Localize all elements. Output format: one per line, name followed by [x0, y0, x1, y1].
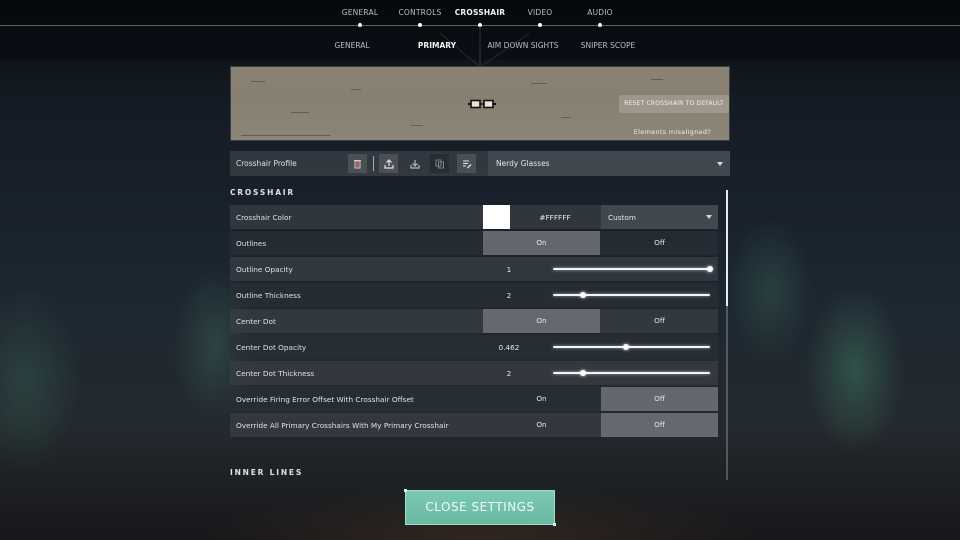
override-all-primary-on-toggle[interactable]: On	[483, 413, 600, 437]
subtab-aim-down-sights[interactable]: AIM DOWN SIGHTS	[487, 41, 558, 50]
setting-row-center-dot-thickness: Center Dot Thickness 2	[230, 360, 718, 386]
outline-thickness-slider[interactable]	[553, 294, 710, 296]
outline-opacity-slider-thumb[interactable]	[707, 266, 713, 272]
delete-profile-button[interactable]	[348, 154, 367, 173]
color-swatch[interactable]	[483, 205, 510, 229]
center-dot-opacity-slider-thumb[interactable]	[622, 344, 629, 350]
profile-dropdown[interactable]: Nerdy Glasses	[488, 151, 730, 176]
section-title-inner-lines: INNER LINES	[230, 468, 304, 477]
outlines-off-toggle[interactable]: Off	[601, 231, 718, 255]
setting-label: Center Dot Opacity	[236, 343, 307, 352]
crosshair-profile-label: Crosshair Profile	[236, 159, 297, 168]
setting-label: Outline Opacity	[236, 265, 293, 274]
edit-list-icon	[462, 160, 471, 168]
color-hex-value[interactable]: #FFFFFF	[510, 213, 600, 222]
export-profile-button[interactable]	[379, 154, 398, 173]
subtab-primary[interactable]: PRIMARY	[418, 41, 456, 50]
center-dot-on-toggle[interactable]: On	[483, 309, 600, 333]
center-dot-opacity-slider[interactable]	[553, 346, 710, 348]
elements-misaligned-link[interactable]: Elements misaligned?	[634, 128, 711, 136]
export-icon	[383, 158, 394, 169]
crosshair-profile-bar: Crosshair Profile Nerdy Glasses	[230, 151, 730, 176]
outlines-on-toggle[interactable]: On	[483, 231, 600, 255]
setting-row-center-dot: Center Dot On Off	[230, 308, 718, 334]
override-firing-error-on-toggle[interactable]: On	[483, 387, 600, 411]
setting-label: Crosshair Color	[236, 213, 292, 222]
copy-profile-button[interactable]	[430, 154, 449, 173]
color-preset-value: Custom	[608, 213, 636, 222]
center-dot-thickness-value[interactable]: 2	[483, 369, 535, 378]
tab-indicator-dot	[598, 23, 602, 27]
crosshair-settings-list: Crosshair Color #FFFFFF Custom Outlines …	[230, 204, 718, 438]
outline-opacity-slider[interactable]	[553, 268, 710, 270]
tab-video[interactable]: VIDEO	[528, 8, 553, 17]
section-title-crosshair: CROSSHAIR	[230, 188, 295, 197]
setting-row-outlines: Outlines On Off	[230, 230, 718, 256]
tab-general[interactable]: GENERAL	[342, 8, 379, 17]
setting-label: Center Dot	[236, 317, 276, 326]
crosshair-glasses-icon	[468, 99, 496, 109]
outline-opacity-value[interactable]: 1	[483, 265, 535, 274]
subtab-general[interactable]: GENERAL	[334, 41, 369, 50]
setting-label: Override All Primary Crosshairs With My …	[236, 421, 449, 430]
tab-indicator-dot	[418, 23, 422, 27]
color-preset-dropdown[interactable]: Custom	[601, 205, 718, 229]
setting-row-crosshair-color: Crosshair Color #FFFFFF Custom	[230, 204, 718, 230]
outline-thickness-value[interactable]: 2	[483, 291, 535, 300]
tab-indicator-dot	[358, 23, 362, 27]
chevron-down-icon	[717, 162, 723, 166]
copy-icon	[435, 159, 444, 168]
setting-row-outline-thickness: Outline Thickness 2	[230, 282, 718, 308]
reset-crosshair-button[interactable]: RESET CROSSHAIR TO DEFAULT	[619, 95, 729, 113]
center-dot-off-toggle[interactable]: Off	[601, 309, 718, 333]
subtab-sniper-scope[interactable]: SNIPER SCOPE	[581, 41, 636, 50]
override-firing-error-off-toggle[interactable]: Off	[601, 387, 718, 411]
rename-profile-button[interactable]	[457, 154, 476, 173]
setting-row-override-all-primary: Override All Primary Crosshairs With My …	[230, 412, 718, 438]
setting-label: Center Dot Thickness	[236, 369, 315, 378]
tab-controls[interactable]: CONTROLS	[399, 8, 442, 17]
import-profile-button[interactable]	[405, 154, 424, 173]
tab-audio[interactable]: AUDIO	[587, 8, 613, 17]
outline-thickness-slider-thumb[interactable]	[579, 292, 586, 298]
setting-row-override-firing-error: Override Firing Error Offset With Crossh…	[230, 386, 718, 412]
import-icon	[409, 159, 420, 169]
profile-dropdown-value: Nerdy Glasses	[496, 159, 550, 168]
trash-icon	[354, 159, 361, 168]
top-navigation: GENERAL CONTROLS CROSSHAIR VIDEO AUDIO G…	[0, 0, 960, 67]
center-dot-opacity-value[interactable]: 0.462	[483, 343, 535, 352]
toolbar-divider	[373, 156, 374, 171]
setting-row-center-dot-opacity: Center Dot Opacity 0.462	[230, 334, 718, 360]
center-dot-thickness-slider-thumb[interactable]	[579, 370, 586, 376]
close-settings-button[interactable]: CLOSE SETTINGS	[404, 489, 556, 526]
crosshair-preview: RESET CROSSHAIR TO DEFAULT Elements misa…	[230, 66, 730, 141]
setting-label: Override Firing Error Offset With Crossh…	[236, 395, 414, 404]
setting-row-outline-opacity: Outline Opacity 1	[230, 256, 718, 282]
settings-scrollbar-thumb[interactable]	[726, 190, 728, 306]
setting-label: Outlines	[236, 239, 267, 248]
chevron-down-icon	[706, 215, 712, 219]
override-all-primary-off-toggle[interactable]: Off	[601, 413, 718, 437]
tab-crosshair[interactable]: CROSSHAIR	[455, 8, 506, 17]
setting-label: Outline Thickness	[236, 291, 301, 300]
center-dot-thickness-slider[interactable]	[553, 372, 710, 374]
